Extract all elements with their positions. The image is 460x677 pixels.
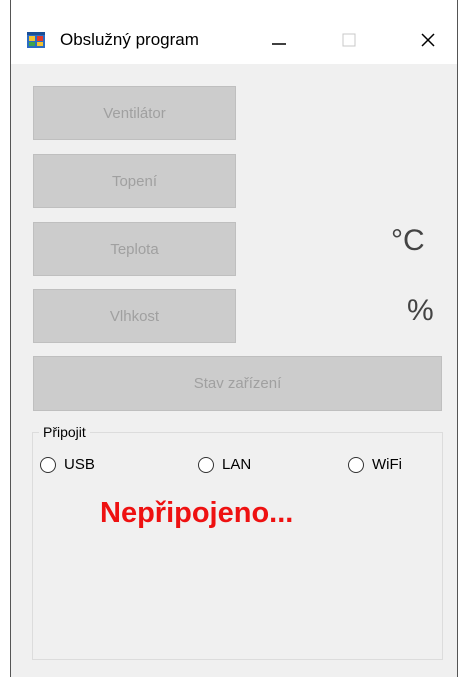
- temperature-unit-label: °C: [391, 224, 425, 257]
- radio-lan[interactable]: LAN: [198, 456, 251, 473]
- radio-label-wifi: WiFi: [372, 456, 402, 473]
- radio-usb[interactable]: USB: [40, 456, 95, 473]
- window-title: Obslužný program: [60, 30, 199, 49]
- radio-circle[interactable]: [198, 456, 214, 473]
- temperature-button[interactable]: Teplota: [33, 222, 236, 276]
- device-status-button[interactable]: Stav zařízení: [33, 356, 442, 411]
- radio-circle[interactable]: [40, 456, 56, 473]
- radio-label-usb: USB: [64, 456, 95, 473]
- humidity-button[interactable]: Vlhkost: [33, 289, 236, 343]
- connect-group-label: Připojit: [39, 424, 90, 440]
- humidity-unit-label: %: [407, 294, 434, 327]
- radio-wifi[interactable]: WiFi: [348, 456, 402, 473]
- title-bar[interactable]: Obslužný program: [11, 0, 457, 64]
- close-icon: [421, 33, 435, 47]
- heating-button[interactable]: Topení: [33, 154, 236, 208]
- maximize-button[interactable]: [326, 18, 372, 62]
- close-button[interactable]: [405, 18, 451, 62]
- connection-status-label: Nepřipojeno...: [100, 497, 294, 529]
- maximize-icon: [342, 33, 356, 47]
- minimize-button[interactable]: [256, 18, 302, 62]
- windows-forms-icon: [27, 32, 45, 48]
- radio-label-lan: LAN: [222, 456, 252, 473]
- radio-circle[interactable]: [348, 456, 364, 473]
- minimize-icon: [272, 43, 286, 45]
- fan-button[interactable]: Ventilátor: [33, 86, 236, 140]
- main-window: Obslužný program Ventilátor Topení Teplo…: [10, 0, 458, 677]
